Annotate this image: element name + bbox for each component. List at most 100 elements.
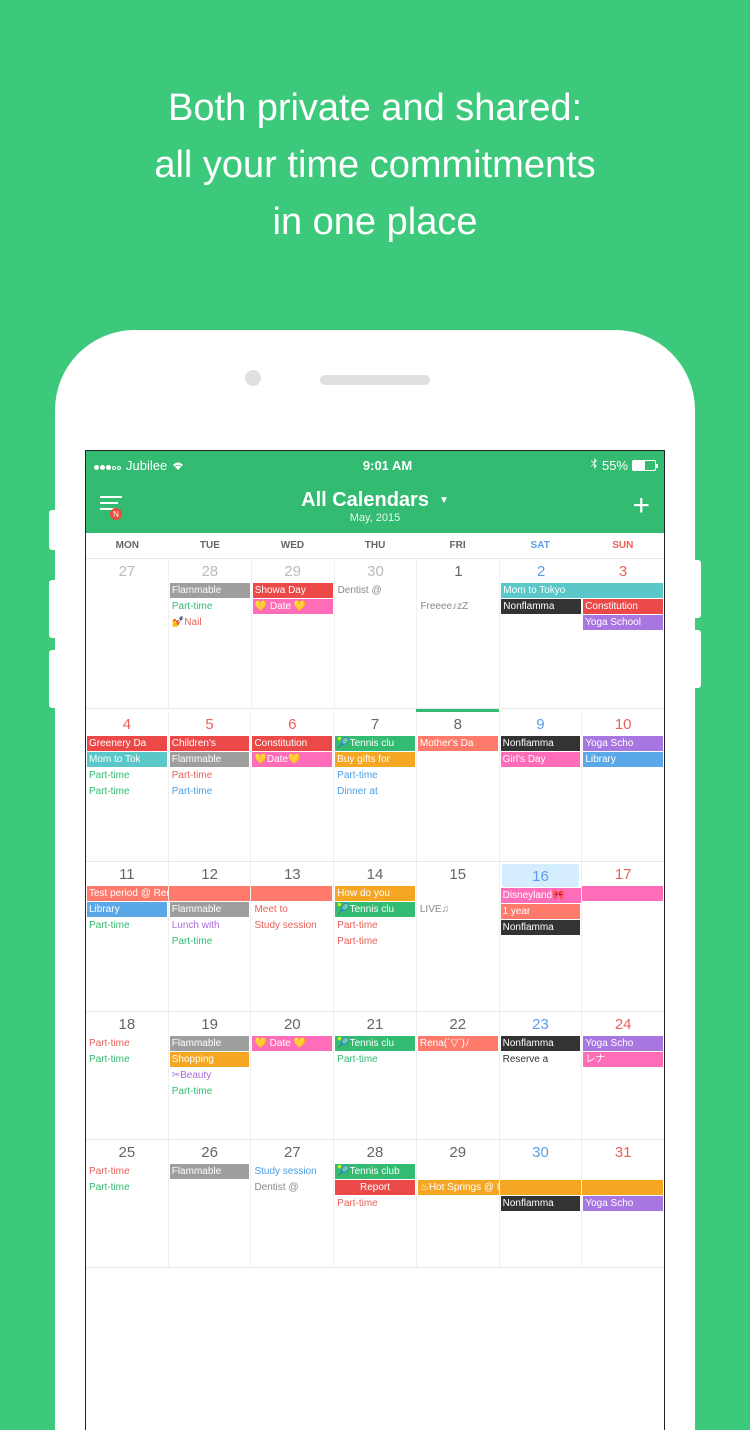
event-chip[interactable]: ♨Hot Springs @ Ito (418, 1180, 500, 1195)
header-title[interactable]: All Calendars ▼ (301, 489, 449, 512)
day-cell[interactable]: 15 LIVE♫ (417, 862, 500, 1011)
event-chip[interactable]: Part-time (87, 1052, 167, 1067)
event-chip[interactable]: 💛 Date 💛 (253, 599, 333, 614)
event-chip[interactable]: Disneyland🎀 (501, 888, 583, 903)
event-chip[interactable]: How do you (335, 886, 415, 901)
event-chip[interactable]: Flammable (170, 1036, 250, 1051)
day-cell[interactable]: 2 Mom to Tokyo Nonflamma (500, 559, 582, 708)
event-chip[interactable]: Mother's Da (418, 736, 498, 751)
event-chip[interactable]: Flammable (170, 583, 250, 598)
event-chip[interactable]: Flammable (170, 902, 250, 917)
add-button[interactable]: + (620, 489, 650, 523)
event-chip[interactable]: Test period @ Rena (87, 886, 169, 901)
event-chip[interactable]: Children's (170, 736, 250, 751)
event-chip[interactable]: Mom to Tok (87, 752, 167, 767)
day-cell[interactable]: 1 Freeee♪zZ (417, 559, 500, 708)
day-cell[interactable]: 26 Flammable (169, 1140, 252, 1267)
event-chip[interactable]: 💅Nail (170, 615, 250, 630)
event-chip[interactable]: Part-time (170, 599, 250, 614)
day-cell[interactable]: 25 Part-time Part-time (86, 1140, 169, 1267)
event-chip[interactable]: Girl's Day (501, 752, 581, 767)
event-chip[interactable]: Part-time (335, 768, 415, 783)
event-chip[interactable]: 💛Date💛 (252, 752, 332, 767)
event-chip[interactable]: Study session (252, 918, 332, 933)
event-chip[interactable]: Part-time (170, 768, 250, 783)
event-chip[interactable]: Part-time (335, 1196, 415, 1211)
event-chip[interactable]: Part-time (87, 1164, 167, 1179)
event-chip[interactable]: 🎾Tennis clu (335, 736, 415, 751)
event-chip[interactable]: 🎾Tennis clu (335, 902, 415, 917)
event-chip[interactable]: Part-time (87, 768, 167, 783)
day-cell[interactable]: 13 Meet to Study session (251, 862, 334, 1011)
event-chip[interactable]: Nonflamma (501, 1196, 581, 1211)
event-chip[interactable] (582, 1180, 663, 1195)
day-cell[interactable]: 31 Yoga Scho (582, 1140, 664, 1267)
event-chip[interactable]: Library (87, 902, 167, 917)
event-chip[interactable]: Part-time (87, 1036, 167, 1051)
event-chip[interactable]: Greenery Da (87, 736, 167, 751)
day-cell[interactable]: 17 (582, 862, 664, 1011)
event-chip[interactable]: Part-time (170, 784, 250, 799)
event-chip[interactable]: Library (583, 752, 663, 767)
event-chip[interactable]: Part-time (335, 1052, 415, 1067)
day-cell[interactable]: 30 Dentist @ (335, 559, 418, 708)
event-chip[interactable]: Part-time (87, 784, 167, 799)
event-chip[interactable]: Constitution (583, 599, 663, 614)
event-chip[interactable]: Report (335, 1180, 415, 1195)
event-chip[interactable] (500, 1180, 583, 1195)
day-cell[interactable]: 3 Constitution Yoga School (582, 559, 664, 708)
event-chip[interactable]: 🎾Tennis clu (335, 1036, 415, 1051)
event-chip[interactable]: Dinner at (335, 784, 415, 799)
event-chip[interactable]: Study session (252, 1164, 332, 1179)
event-chip[interactable]: Buy gifts for (335, 752, 415, 767)
event-chip[interactable]: Yoga Scho (583, 1036, 663, 1051)
day-cell[interactable]: 27 Study session Dentist @ (251, 1140, 334, 1267)
event-chip[interactable]: Showa Day (253, 583, 333, 598)
event-chip[interactable] (169, 886, 252, 901)
event-chip[interactable]: Constitution (252, 736, 332, 751)
event-chip[interactable]: Nonflamma (501, 736, 581, 751)
event-chip[interactable]: 1 year (501, 904, 581, 919)
event-chip[interactable]: Part-time (335, 934, 415, 949)
day-cell[interactable]: 6 Constitution 💛Date💛 (251, 712, 334, 861)
day-cell[interactable]: 23 Nonflamma Reserve a (500, 1012, 583, 1139)
event-chip[interactable]: Reserve a (501, 1052, 581, 1067)
event-chip[interactable] (582, 886, 663, 901)
event-chip[interactable]: Freeee♪zZ (418, 599, 498, 614)
day-cell[interactable]: 22 Rena(´▽`)ﾉ (417, 1012, 500, 1139)
event-chip[interactable]: Dentist @ (252, 1180, 332, 1195)
day-cell[interactable]: 29 Showa Day 💛 Date 💛 (252, 559, 335, 708)
event-chip[interactable]: Shopping (170, 1052, 250, 1067)
event-chip[interactable]: Nonflamma (501, 599, 581, 614)
event-chip[interactable]: 💛 Date 💛 (252, 1036, 332, 1051)
event-chip[interactable]: Part-time (170, 934, 250, 949)
day-cell[interactable]: 11 Test period @ Rena Library Part-time (86, 862, 169, 1011)
event-chip[interactable]: Nonflamma (501, 920, 581, 935)
event-chip[interactable]: Dentist @ (336, 583, 416, 598)
day-cell[interactable]: 27 (86, 559, 169, 708)
day-cell[interactable]: 12 Flammable Lunch with Part-time (169, 862, 252, 1011)
day-cell[interactable]: 4 Greenery Da Mom to Tok Part-time Part-… (86, 712, 169, 861)
event-chip[interactable]: Nonflamma (501, 1036, 581, 1051)
day-cell[interactable]: 5 Children's Flammable Part-time Part-ti… (169, 712, 252, 861)
event-chip[interactable]: Lunch with (170, 918, 250, 933)
day-cell[interactable]: 10 Yoga Scho Library (582, 712, 664, 861)
event-chip[interactable]: Part-time (87, 918, 167, 933)
day-cell[interactable]: 20 💛 Date 💛 (251, 1012, 334, 1139)
event-chip[interactable]: Yoga Scho (583, 736, 663, 751)
event-chip[interactable]: Part-time (335, 918, 415, 933)
day-cell[interactable]: 24 Yoga Scho レナ (582, 1012, 664, 1139)
event-chip[interactable]: ✂Beauty (170, 1068, 250, 1083)
event-chip[interactable]: Flammable (170, 1164, 250, 1179)
event-chip[interactable]: Mom to Tokyo (501, 583, 582, 598)
calendar-grid[interactable]: 27 28 Flammable Part-time 💅Nail 29 Showa… (86, 559, 664, 1268)
event-chip[interactable]: Rena(´▽`)ﾉ (418, 1036, 498, 1051)
event-chip[interactable]: Part-time (170, 1084, 250, 1099)
event-chip[interactable]: Flammable (170, 752, 250, 767)
day-cell[interactable]: 14 How do you 🎾Tennis clu Part-time Part… (334, 862, 417, 1011)
event-chip[interactable] (582, 583, 663, 598)
day-cell[interactable]: 30 Nonflamma (500, 1140, 583, 1267)
day-cell[interactable]: 28 Flammable Part-time 💅Nail (169, 559, 252, 708)
event-chip[interactable]: Part-time (87, 1180, 167, 1195)
event-chip[interactable]: レナ (583, 1052, 663, 1067)
